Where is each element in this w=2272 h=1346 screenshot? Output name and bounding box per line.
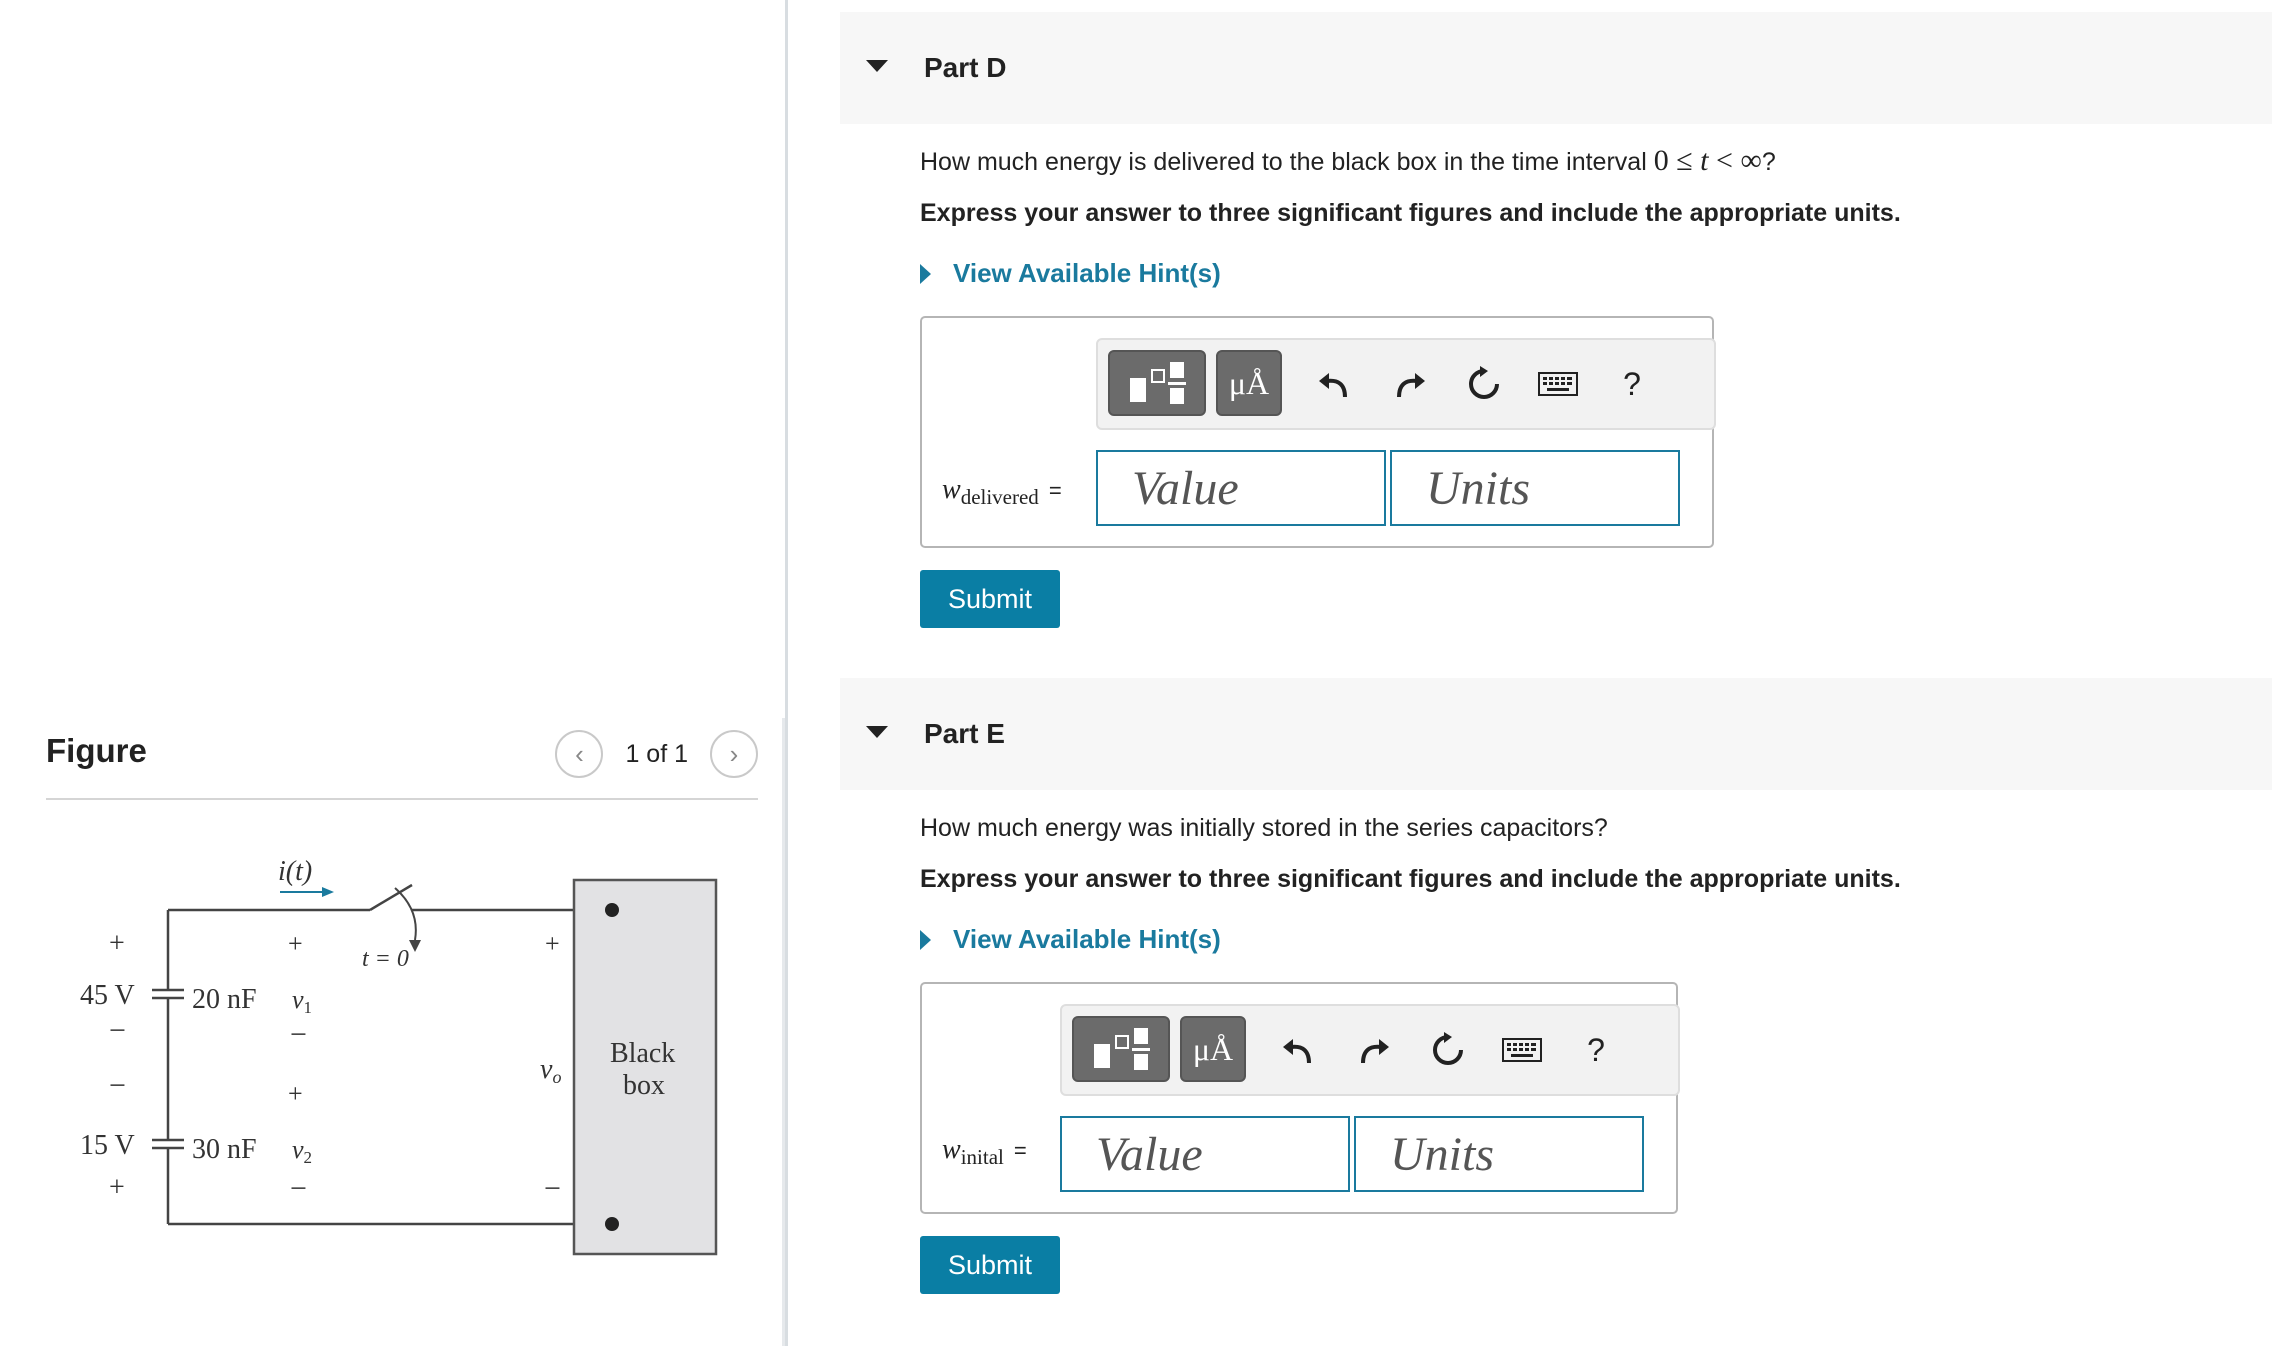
redo-icon[interactable] [1382,356,1438,412]
part-e-units-input[interactable] [1354,1116,1644,1192]
figure-header: Figure ‹ 1 of 1 › [46,720,758,800]
figure-title: Figure [46,732,147,769]
pager-text: 1 of 1 [625,739,688,768]
templates-button[interactable] [1072,1016,1170,1082]
source1-plus: + [109,928,125,959]
switch-arrow [394,887,417,941]
black-box-label-line1: Black [610,1038,675,1069]
undo-icon[interactable] [1270,1022,1326,1078]
circuit-diagram: i(t) t = 0 + 45 V − 20 nF + v1 − − 15 V … [80,856,718,1256]
part-d-title: Part D [924,52,1007,83]
part-d-question: How much energy is delivered to the blac… [920,144,1776,177]
keyboard-icon[interactable] [1530,356,1586,412]
switch-arm [369,883,413,912]
fraction-template-icon [1130,362,1186,404]
cap1-label: 20 nF [192,984,257,1015]
part-d-instruction: Express your answer to three significant… [920,199,1901,227]
black-box-label-line2: box [623,1070,665,1101]
part-e-instruction: Express your answer to three significant… [920,865,1901,893]
part-e-submit-button[interactable]: Submit [920,1236,1060,1294]
part-e: Part E How much energy was initially sto… [840,678,2272,1298]
math-toolbar: μÅ ? [1060,1004,1680,1096]
switch-arrow-head [409,940,421,952]
source2-plus: + [109,1172,125,1203]
time-interval-math: 0 ≤ t < ∞ [1653,144,1762,177]
figure-pane: Figure ‹ 1 of 1 › i(t) t = 0 + 45 V − 20… [0,0,785,1346]
units-button[interactable]: μÅ [1216,350,1282,416]
next-figure-button[interactable]: › [710,730,758,778]
part-e-title: Part E [924,718,1005,749]
part-d-hint-link[interactable]: View Available Hint(s) [920,258,1221,289]
switch-label: t = 0 [362,946,409,972]
v1-plus: + [288,929,303,958]
templates-button[interactable] [1108,350,1206,416]
part-e-answer-box: μÅ ? winital = [920,982,1680,1214]
part-e-hint-link[interactable]: View Available Hint(s) [920,924,1221,955]
vo-label: vo [540,1054,561,1087]
part-d-submit-button[interactable]: Submit [920,570,1060,628]
part-e-value-input[interactable] [1060,1116,1350,1192]
math-toolbar: μÅ ? [1096,338,1716,430]
caret-right-icon [920,929,931,950]
part-e-header[interactable]: Part E [840,678,2272,790]
help-button[interactable]: ? [1604,356,1660,412]
vo-minus: − [544,1172,561,1205]
redo-icon[interactable] [1346,1022,1402,1078]
v2-label: v2 [292,1135,312,1167]
v2-minus: − [290,1172,307,1205]
terminal-bottom [605,1217,619,1231]
part-d-header[interactable]: Part D [840,12,2272,124]
help-button[interactable]: ? [1568,1022,1624,1078]
part-d-answer-box: μÅ ? wdelivered = [920,316,1716,548]
units-button[interactable]: μÅ [1180,1016,1246,1082]
cap2-label: 30 nF [192,1134,257,1165]
v1-label: v1 [292,985,312,1017]
v1-minus: − [290,1018,307,1051]
caret-right-icon [920,263,931,284]
current-label: i(t) [278,856,312,887]
source2-label: 15 V [80,1130,135,1161]
part-e-variable-label: winital = [942,1134,1027,1169]
part-d: Part D How much energy is delivered to t… [840,12,2272,632]
keyboard-icon[interactable] [1494,1022,1550,1078]
reset-icon[interactable] [1420,1022,1476,1078]
source1-label: 45 V [80,980,135,1011]
pane-divider[interactable] [785,0,788,1346]
figure-pager: ‹ 1 of 1 › [555,730,758,778]
collapse-caret-icon [866,60,888,72]
pane-divider-shadow [782,718,785,1346]
part-d-value-input[interactable] [1096,450,1386,526]
v2-plus: + [288,1079,303,1108]
chevron-left-icon: ‹ [575,738,584,769]
reset-icon[interactable] [1456,356,1512,412]
vo-plus: + [545,929,560,958]
collapse-caret-icon [866,726,888,738]
undo-icon[interactable] [1306,356,1362,412]
part-e-question: How much energy was initially stored in … [920,814,1608,842]
source2-minus: − [109,1069,126,1102]
source1-minus: − [109,1014,126,1047]
part-d-variable-label: wdelivered = [942,474,1062,509]
current-arrow-head [322,887,334,897]
terminal-top [605,903,619,917]
previous-figure-button[interactable]: ‹ [555,730,604,778]
fraction-template-icon [1094,1028,1150,1070]
part-d-units-input[interactable] [1390,450,1680,526]
chevron-right-icon: › [729,738,739,769]
